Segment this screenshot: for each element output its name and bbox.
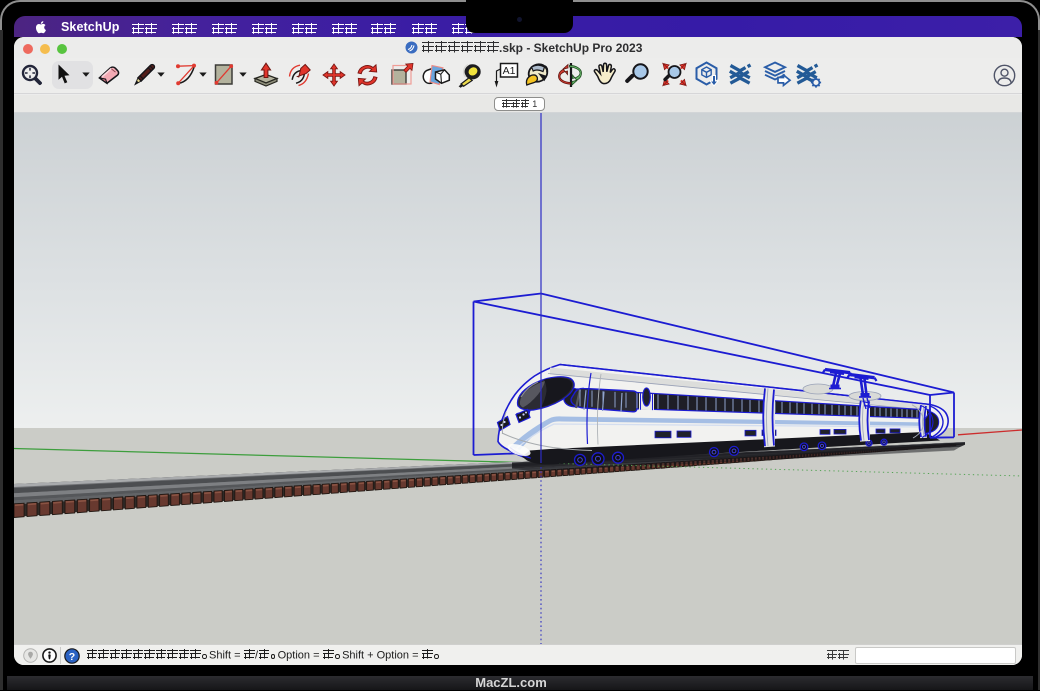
svg-text:?: ? [69,651,75,663]
svg-text:A1: A1 [502,65,515,77]
